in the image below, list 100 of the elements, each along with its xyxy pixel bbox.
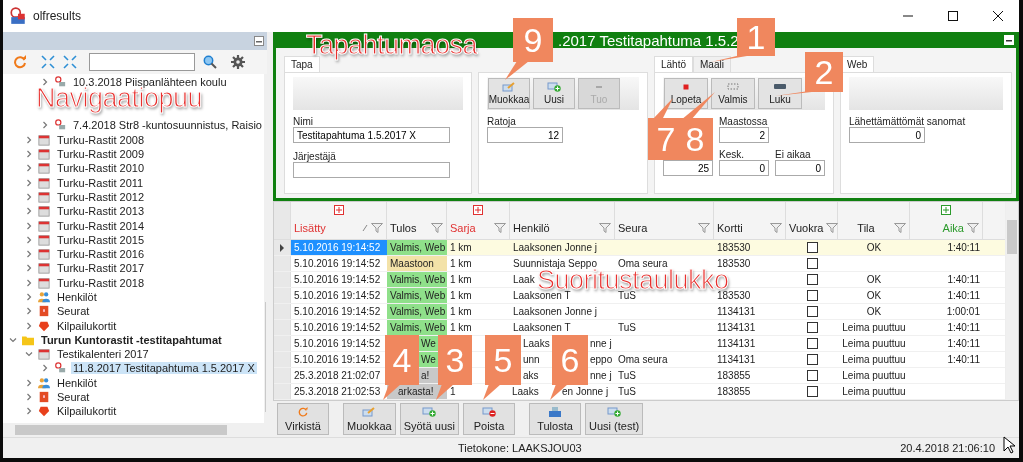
tree-item[interactable]: Turku-Rastit 2016 [55, 248, 147, 261]
tree-item[interactable]: Turku-Rastit 2010 [55, 162, 147, 175]
tree-item[interactable]: Kilpailukortit [55, 319, 119, 332]
checkbox[interactable] [806, 258, 818, 270]
filter-icon[interactable] [599, 223, 611, 234]
column-header[interactable]: Henkilö [513, 222, 550, 235]
checkbox[interactable] [806, 306, 818, 318]
count-field[interactable]: 2 [719, 127, 769, 143]
tree-item[interactable]: Turku-Rastit 2015 [55, 233, 147, 246]
checkbox[interactable] [806, 338, 818, 350]
unsent-messages-field[interactable]: 0 [849, 127, 925, 143]
tree-item[interactable]: Turku-Rastit 2008 [55, 133, 147, 146]
column-header[interactable]: Tila [857, 222, 875, 235]
toolbar-button[interactable]: Luku [758, 78, 802, 109]
action-button[interactable]: Virkistä [277, 403, 329, 436]
tree-item[interactable]: Turku-Rastit 2012 [55, 190, 147, 203]
sort-icon[interactable] [362, 224, 368, 233]
chevron-right-icon[interactable] [25, 192, 33, 201]
filter-icon[interactable] [431, 223, 443, 234]
checkbox[interactable] [806, 322, 818, 334]
tab[interactable]: Lähtö [654, 56, 694, 72]
chevron-right-icon[interactable] [25, 235, 33, 244]
checkbox[interactable] [806, 242, 818, 254]
chevron-right-icon[interactable] [41, 364, 49, 373]
count-field[interactable]: 25 [663, 160, 713, 176]
filter-icon[interactable] [371, 223, 383, 234]
checkbox[interactable] [806, 386, 818, 398]
count-field[interactable]: 0 [719, 160, 769, 176]
checkbox[interactable] [806, 354, 818, 366]
chevron-down-icon[interactable] [25, 350, 33, 359]
chevron-right-icon[interactable] [25, 407, 33, 416]
checkbox[interactable] [806, 290, 818, 302]
tree-item[interactable]: Turku-Rastit 2018 [55, 276, 147, 289]
refresh-icon[interactable] [13, 55, 27, 69]
tree-item[interactable]: Seurat [55, 305, 92, 318]
column-header[interactable]: Sarja [450, 222, 476, 235]
chevron-right-icon[interactable] [25, 321, 33, 330]
expand-icon[interactable] [63, 55, 77, 69]
tree-item[interactable]: Kilpailukortit [55, 405, 119, 418]
tree-item[interactable]: Turku-Rastit 2009 [55, 148, 147, 161]
toolbar-button[interactable]: Valmis [711, 78, 755, 109]
chevron-right-icon[interactable] [25, 378, 33, 387]
toolbar-button[interactable]: Muokkaa [488, 78, 530, 109]
filter-icon[interactable] [770, 223, 782, 234]
close-icon[interactable] [993, 11, 1003, 21]
tree-item[interactable]: Henkilöt [55, 291, 99, 303]
column-header[interactable]: Vuokra [789, 222, 824, 235]
chevron-right-icon[interactable] [25, 278, 33, 287]
chevron-right-icon[interactable] [25, 150, 33, 159]
chevron-right-icon[interactable] [25, 207, 33, 216]
plus-box-icon[interactable] [941, 205, 951, 216]
action-button[interactable]: Poista [463, 403, 515, 436]
tree-item[interactable]: Turku-Rastit 2014 [55, 219, 147, 232]
column-header[interactable]: Lisätty [294, 222, 326, 235]
scrollbar-thumb[interactable] [15, 425, 227, 435]
scrollbar-thumb[interactable] [1007, 220, 1017, 255]
chevron-right-icon[interactable] [25, 307, 33, 316]
filter-icon[interactable] [698, 223, 710, 234]
chevron-right-icon[interactable] [25, 135, 33, 144]
action-button[interactable]: Syötä uusi [399, 403, 459, 436]
tab[interactable]: Tapa [284, 56, 320, 72]
collapse-icon[interactable] [41, 55, 55, 69]
table-row[interactable]: 5.10.2016 19:14:52 Valmis, Web 1 km Laaksonen Jonne j 1134131 OK 1:00:01 [274, 304, 1005, 321]
chevron-right-icon[interactable] [41, 78, 49, 87]
scrollbar-thumb[interactable] [264, 302, 266, 412]
tree-item[interactable]: Henkilöt [55, 376, 99, 389]
action-button[interactable]: Tulosta [529, 403, 581, 436]
column-header[interactable]: Kortti [717, 222, 743, 235]
tree-item[interactable]: Turun Kuntorastit -testitapahtumat [39, 333, 224, 346]
organizer-field[interactable] [293, 162, 450, 178]
plus-box-icon[interactable] [333, 205, 344, 216]
tree-item[interactable]: 7.4.2018 Str8 -kuntosuunnistus, Raisio [71, 119, 264, 132]
action-button[interactable]: Muokkaa [343, 403, 396, 436]
chevron-right-icon[interactable] [41, 121, 49, 130]
filter-icon[interactable] [894, 223, 906, 234]
chevron-right-icon[interactable] [25, 264, 33, 273]
tree-item[interactable]: Seurat [55, 391, 92, 404]
toolbar-button[interactable]: Lopeta [664, 78, 708, 109]
filter-icon[interactable] [826, 223, 839, 234]
tree-item[interactable]: Turku-Rastit 2011 [55, 176, 146, 189]
chevron-right-icon[interactable] [25, 393, 33, 402]
tree-item[interactable]: Testikalenteri 2017 [55, 348, 151, 361]
chevron-right-icon[interactable] [25, 178, 33, 187]
tree-item[interactable]: Turku-Rastit 2013 [55, 205, 147, 218]
chevron-down-icon[interactable] [9, 335, 17, 344]
toolbar-button[interactable]: Uusi [533, 78, 575, 109]
checkbox[interactable] [806, 370, 818, 382]
maximize-icon[interactable] [948, 11, 958, 21]
chevron-right-icon[interactable] [25, 221, 33, 230]
chevron-right-icon[interactable] [25, 250, 33, 259]
chevron-right-icon[interactable] [25, 293, 33, 301]
name-field[interactable]: Testitapahtuma 1.5.2017 X [293, 127, 450, 143]
chevron-right-icon[interactable] [25, 164, 33, 173]
tab[interactable]: Maali [693, 56, 731, 72]
column-header[interactable]: Tulos [390, 222, 417, 235]
tree-item[interactable]: Turku-Rastit 2017 [55, 262, 147, 275]
action-button[interactable]: Uusi (test) [585, 403, 644, 436]
search-field[interactable] [89, 53, 195, 71]
checkbox[interactable] [806, 274, 818, 286]
table-row[interactable]: 5.10.2016 19:14:52 Valmis, Web 1 km Laaksonen T TuS 183530 OK 1:40:11 [274, 288, 1005, 305]
